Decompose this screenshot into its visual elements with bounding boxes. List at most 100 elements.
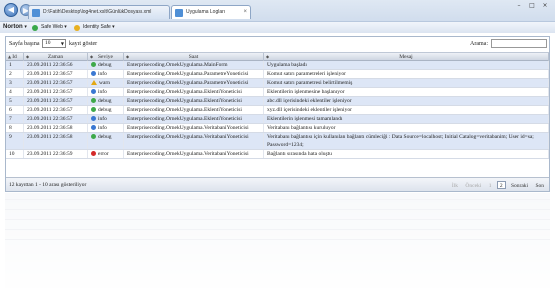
chevron-down-icon: ▾ [24,24,27,30]
cell-id: 7 [6,115,24,123]
error-icon [91,150,96,156]
table-row[interactable]: 9 23.09.2011 22:36:58 debug Enterpriseco… [6,133,549,150]
cell-message: abc.dll içerisindeki eklentiler işleniyo… [264,97,549,105]
cell-time: 23.09.2011 22:36:56 [24,61,88,69]
sort-icon: ◆ [266,54,270,59]
reflection-line [5,229,550,230]
cell-id: 8 [6,124,24,132]
maximize-icon[interactable]: □ [527,2,537,10]
chevron-down-icon: ▼ [60,41,64,46]
cell-id: 6 [6,106,24,114]
page-1-button[interactable]: 1 [487,182,494,190]
search-label: Arama: [470,41,488,47]
table-row[interactable]: 10 23.09.2011 22:36:59 error Enterprisec… [6,150,549,159]
minimize-icon[interactable]: – [514,2,524,10]
cell-message: Bağlantı sırasında hata oluştu [264,150,549,158]
close-window-icon[interactable]: × [540,2,550,10]
reflection-line [5,199,550,200]
debug-icon [91,106,96,112]
page-2-button[interactable]: 2 [496,181,506,189]
pagination: İlk Önceki 1 2 Sonraki Son [448,181,546,190]
table-row[interactable]: 4 23.09.2011 22:36:57 info Enterprisecod… [6,88,549,97]
table-header: ▲ Id ◆ Zaman ◆ Seviye ◆ Saat ◆ Mesaj [6,52,549,61]
debug-icon [91,133,96,139]
norton-toolbar: Norton ▾ Safe Web ▾ Identity Safe ▾ [0,21,555,33]
cell-message: xyz.dll içerisindeki eklentiler işleniyo… [264,106,549,114]
reflection-line [5,209,550,210]
cell-time: 23.09.2011 22:36:57 [24,70,88,78]
cell-level: info [88,124,124,132]
cell-source: Enterprisecoding.OrnekUygulama.Parametre… [124,79,264,87]
cell-time: 23.09.2011 22:36:57 [24,106,88,114]
browser-tab-logs[interactable]: Uygulama Logları × [171,5,251,19]
page-size-suffix: kayıt göster [69,41,98,47]
cell-level: info [88,115,124,123]
column-header-time[interactable]: ◆ Zaman [24,53,88,61]
table-row[interactable]: 6 23.09.2011 22:36:57 debug Enterpriseco… [6,106,549,115]
close-icon[interactable]: × [243,6,247,19]
page-size-select[interactable]: 10 ▼ [42,39,66,48]
first-page-button[interactable]: İlk [450,182,460,190]
log-table: ▲ Id ◆ Zaman ◆ Seviye ◆ Saat ◆ Mesaj 1 23.09.… [6,52,549,159]
browser-tab-xml[interactable]: D:\Fatih\Desktop\log4net.xslt\GünlükDosy… [28,5,170,19]
table-row[interactable]: 8 23.09.2011 22:36:58 info Enterprisecod… [6,124,549,133]
cell-source: Enterprisecoding.OrnekUygulama.Veritaban… [124,133,264,149]
cell-id: 5 [6,97,24,105]
tab-label: D:\Fatih\Desktop\log4net.xslt\GünlükDosy… [43,9,152,15]
safe-web-icon [32,25,38,31]
back-arrow-icon[interactable]: ◀ [4,3,18,17]
table-row[interactable]: 1 23.09.2011 22:36:56 debug Enterpriseco… [6,61,549,70]
cell-time: 23.09.2011 22:36:57 [24,79,88,87]
cell-id: 1 [6,61,24,69]
cell-source: Enterprisecoding.OrnekUygulama.EklentiYo… [124,88,264,96]
page-size-value: 10 [45,40,51,46]
table-row[interactable]: 2 23.09.2011 22:36:57 info Enterprisecod… [6,70,549,79]
cell-time: 23.09.2011 22:36:58 [24,133,88,149]
page-size-label: Sayfa başına [9,41,40,47]
cell-message: Veritabanı bağlantısı için kullanılan ba… [264,133,549,149]
previous-page-button[interactable]: Önceki [463,182,483,190]
sort-icon: ◆ [26,54,30,59]
reflection-line [5,239,550,240]
info-icon [91,115,96,121]
cell-id: 3 [6,79,24,87]
cell-message: Eklentilerin işlenmesi tamamlandı [264,115,549,123]
search-input[interactable] [491,39,547,48]
cell-message: Eklentilerin işlenmesine başlanıyor [264,88,549,96]
debug-icon [91,61,96,67]
warning-icon [91,79,97,85]
cell-source: Enterprisecoding.OrnekUygulama.MainForm [124,61,264,69]
cell-source: Enterprisecoding.OrnekUygulama.EklentiYo… [124,97,264,105]
cell-level: warn [88,79,124,87]
next-page-button[interactable]: Sonraki [509,182,530,190]
sort-icon: ▲ [8,54,12,59]
cell-level: debug [88,97,124,105]
cell-time: 23.09.2011 22:36:59 [24,150,88,158]
cell-source: Enterprisecoding.OrnekUygulama.EklentiYo… [124,115,264,123]
debug-icon [91,97,96,103]
cell-level: debug [88,106,124,114]
table-row[interactable]: 7 23.09.2011 22:36:57 info Enterprisecod… [6,115,549,124]
cell-level: debug [88,61,124,69]
info-icon [91,124,96,130]
column-header-source[interactable]: ◆ Saat [124,53,264,61]
cell-time: 23.09.2011 22:36:57 [24,115,88,123]
last-page-button[interactable]: Son [533,182,546,190]
window-reflection [5,193,550,289]
column-header-level[interactable]: ◆ Seviye [88,53,124,61]
column-header-message[interactable]: ◆ Mesaj [264,53,549,61]
identity-safe-icon [74,25,80,31]
table-row[interactable]: 5 23.09.2011 22:36:57 debug Enterpriseco… [6,97,549,106]
identity-safe-button[interactable]: Identity Safe ▾ [74,22,115,33]
cell-id: 2 [6,70,24,78]
column-header-id[interactable]: ▲ Id [6,53,24,61]
cell-id: 10 [6,150,24,158]
cell-message: Veritabanı bağlantısı kuruluyor [264,124,549,132]
tab-label: Uygulama Logları [186,9,226,15]
safe-web-label: Safe Web ▾ [41,24,67,30]
table-row[interactable]: 3 23.09.2011 22:36:57 warn Enterprisecod… [6,79,549,88]
safe-web-button[interactable]: Safe Web ▾ [32,22,67,33]
cell-level: info [88,88,124,96]
norton-button[interactable]: Norton ▾ [3,22,27,33]
reflection-fill [5,193,550,289]
